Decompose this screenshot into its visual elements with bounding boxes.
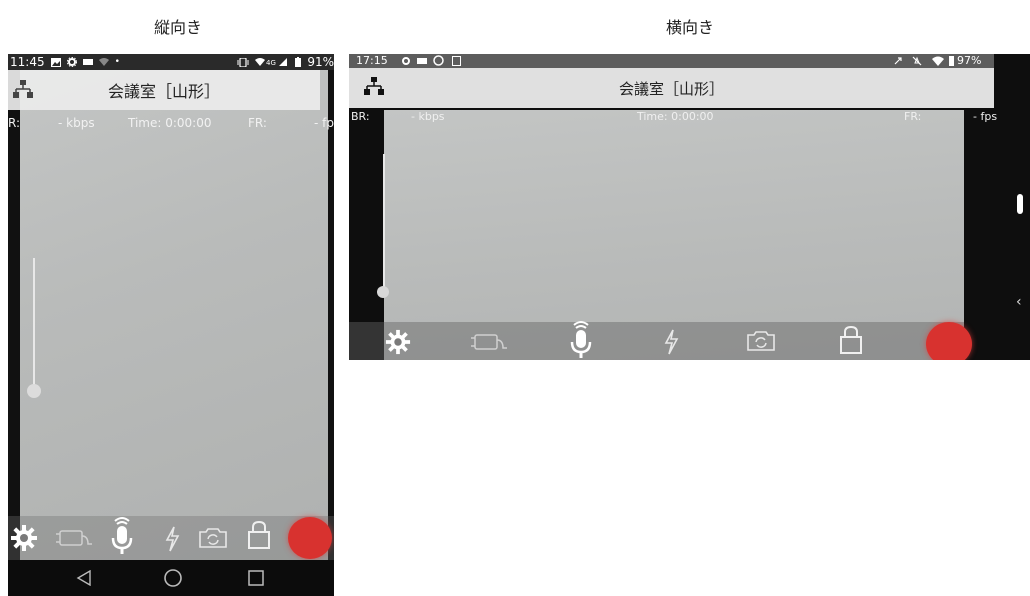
navigation-bar <box>8 560 334 596</box>
home-icon[interactable] <box>163 568 183 588</box>
switch-camera-icon[interactable] <box>198 527 228 549</box>
settings-gear-icon[interactable] <box>385 329 411 355</box>
wifi-icon <box>932 56 944 66</box>
zoom-slider-track[interactable] <box>33 258 35 392</box>
title-bar: 会議室［山形］ <box>8 70 320 110</box>
bitrate-value: - kbps <box>58 116 95 130</box>
landscape-phone-screen: 17:15 97% 会議室［山形］ BR: - kbps Time: 0:00:… <box>349 54 1030 360</box>
framerate-value: - fps <box>973 110 998 123</box>
mute-icon <box>912 56 922 66</box>
zoom-slider-track[interactable] <box>383 154 385 294</box>
status-time: 11:45 <box>10 55 45 69</box>
room-title: 会議室［山形］ <box>107 82 220 101</box>
battery-percent: 97% <box>957 54 982 67</box>
image-notification-icon <box>50 57 61 67</box>
microphone-icon[interactable] <box>108 516 136 556</box>
svg-text:4G: 4G <box>266 59 276 67</box>
nav-handle[interactable] <box>1017 194 1023 214</box>
stream-stats: BR: - kbps Time: 0:00:00 FR: - fps <box>349 110 1030 124</box>
bitrate-value: - kbps <box>411 110 445 123</box>
zoom-slider-handle[interactable] <box>377 286 389 298</box>
record-button[interactable] <box>926 322 972 360</box>
back-icon[interactable] <box>76 570 92 586</box>
stream-stats: R: - kbps Time: 0:00:00 FR: - fp <box>8 116 334 132</box>
download-notification-icon <box>452 56 461 66</box>
back-chevron-icon[interactable]: ‹ <box>1016 294 1022 310</box>
title-bar: 会議室［山形］ <box>349 68 994 108</box>
landscape-heading: 横向き <box>665 18 714 37</box>
time-value: Time: 0:00:00 <box>637 110 714 123</box>
control-toolbar <box>349 320 964 360</box>
time-value: Time: 0:00:00 <box>128 116 212 130</box>
rotate-icon <box>894 57 902 65</box>
battery-icon <box>949 56 954 66</box>
bitrate-label: R: <box>8 116 21 130</box>
gear-notification-icon <box>66 57 77 67</box>
switch-camera-icon[interactable] <box>746 330 776 352</box>
vibrate-icon <box>237 57 249 67</box>
camera-toggle-icon[interactable] <box>469 332 509 352</box>
status-time: 17:15 <box>356 54 388 67</box>
battery-icon <box>295 57 302 67</box>
zoom-slider-handle[interactable] <box>27 384 41 398</box>
status-bar: 17:15 97% <box>349 54 994 68</box>
signal-4g-icon: 4G <box>255 58 288 67</box>
gear-notification-icon <box>402 57 410 65</box>
battery-percent: 91% <box>307 55 334 69</box>
battery-notification-icon <box>82 59 93 65</box>
framerate-value: - fp <box>314 116 334 130</box>
framerate-label: FR: <box>248 116 267 130</box>
bitrate-label: BR: <box>351 110 370 123</box>
portrait-phone-screen: 11:45 • 4G 91% 会議室［山形］ R: - kbps Time: 0… <box>8 54 334 596</box>
status-bar: 11:45 • 4G 91% <box>8 54 334 70</box>
network-icon[interactable] <box>363 77 385 97</box>
framerate-label: FR: <box>904 110 922 123</box>
room-title: 会議室［山形］ <box>618 79 724 98</box>
camera-toggle-icon[interactable] <box>54 528 94 548</box>
lock-icon[interactable] <box>246 520 272 550</box>
camera-preview <box>20 54 328 596</box>
dot-notification-icon: • <box>114 57 120 67</box>
control-toolbar <box>8 516 334 560</box>
chrome-notification-icon <box>433 55 444 66</box>
microphone-icon[interactable] <box>567 320 595 360</box>
settings-gear-icon[interactable] <box>10 524 38 552</box>
portrait-heading: 縦向き <box>153 18 202 37</box>
wifi-question-icon <box>98 58 109 66</box>
lock-icon[interactable] <box>838 325 864 355</box>
battery-notification-icon <box>417 58 427 64</box>
recents-icon[interactable] <box>248 570 264 586</box>
flash-icon[interactable] <box>663 329 679 355</box>
record-button[interactable] <box>288 517 332 559</box>
flash-icon[interactable] <box>164 526 180 552</box>
network-icon[interactable] <box>12 80 34 100</box>
